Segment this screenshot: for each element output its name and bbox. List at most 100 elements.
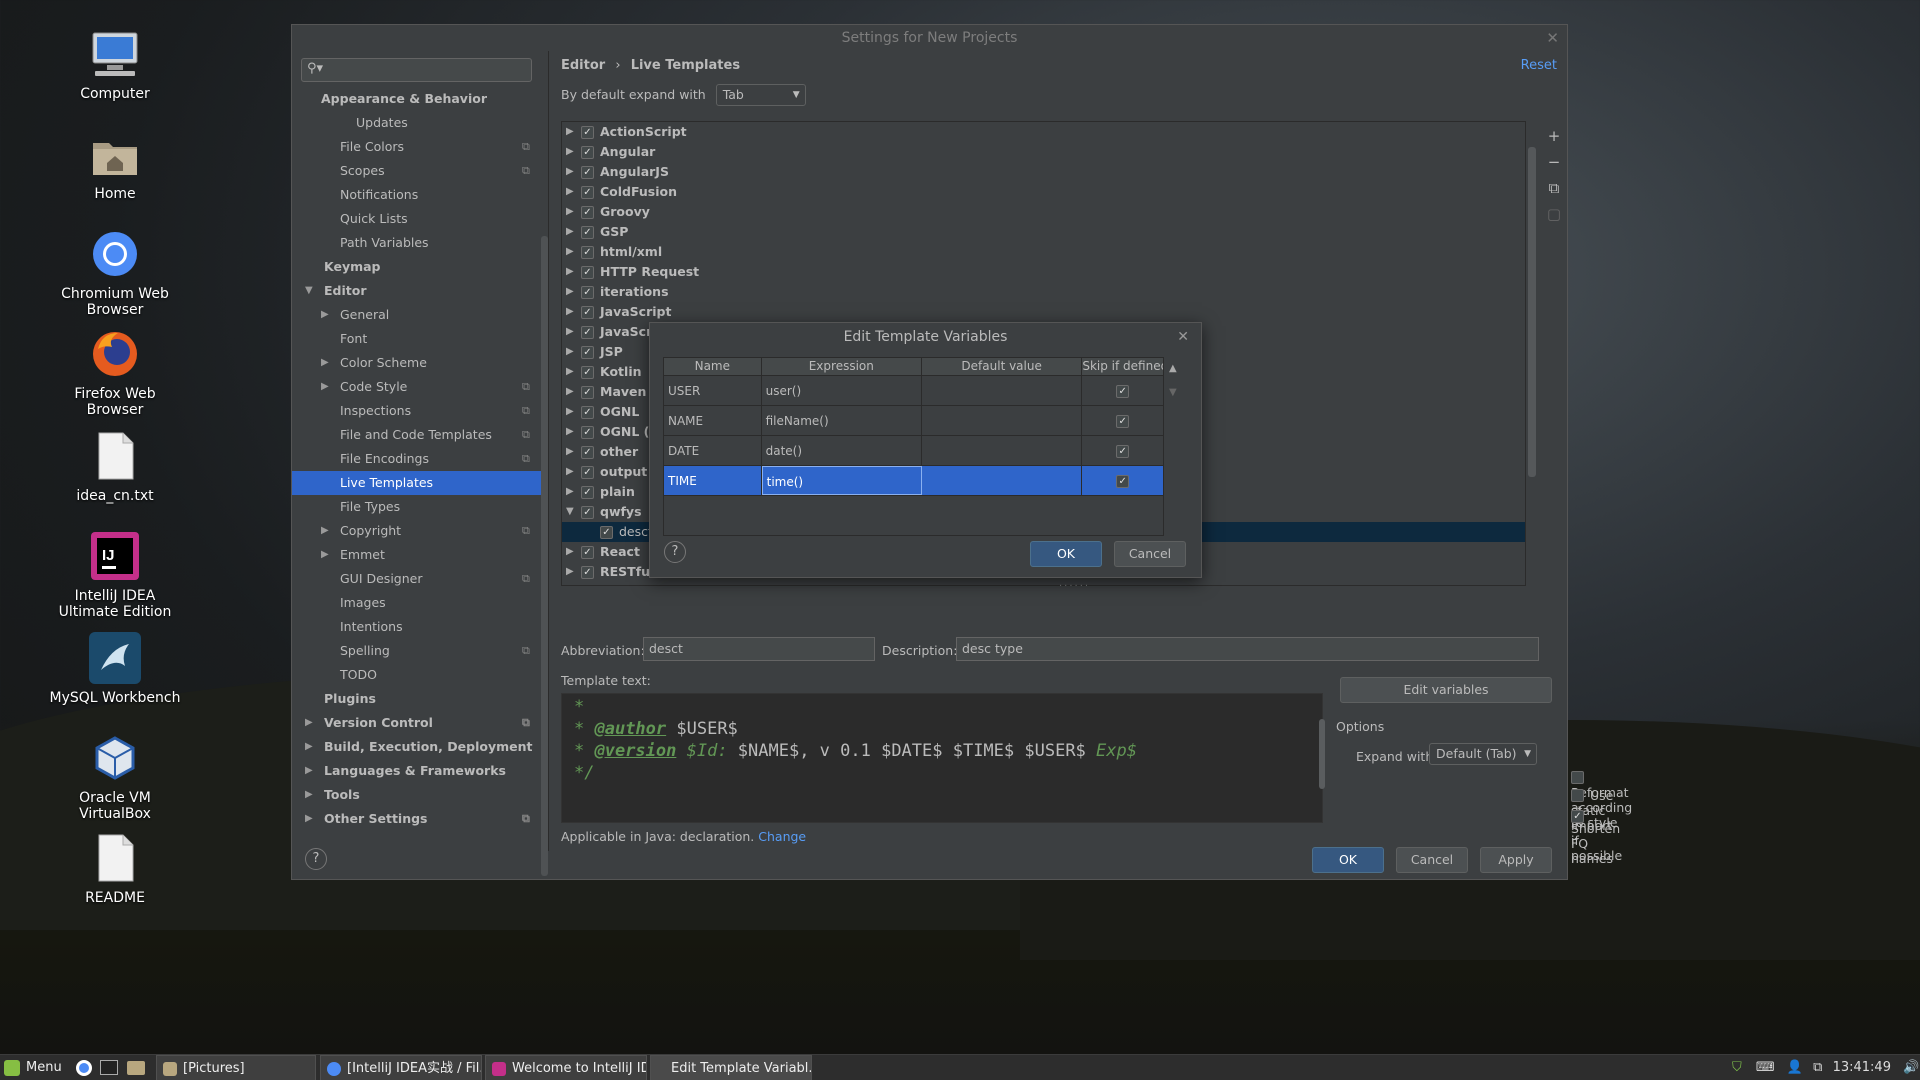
settings-search-input[interactable]: ⚲▾ — [301, 58, 532, 82]
chevron-right-icon[interactable]: ▶ — [566, 242, 574, 262]
add-icon[interactable]: + — [1544, 127, 1564, 153]
cell-expression[interactable]: user() — [762, 376, 922, 405]
sidebar-item[interactable]: ▶ Build, Execution, Deployment — [292, 735, 548, 759]
desktop-icon-readme[interactable]: README — [40, 832, 190, 906]
move-down-icon[interactable]: ▼ — [1169, 387, 1177, 398]
cell-name[interactable]: NAME — [664, 406, 762, 435]
skip-if-defined-checkbox[interactable]: ✓ — [1116, 445, 1130, 458]
enabled-checkbox[interactable]: ✓ — [581, 546, 594, 559]
skip-if-defined-checkbox[interactable]: ✓ — [1116, 475, 1130, 488]
enabled-checkbox[interactable]: ✓ — [581, 246, 594, 259]
table-row[interactable]: TIME time() ✓ — [664, 465, 1163, 495]
template-group[interactable]: ▶ ✓ Angular — [562, 142, 1525, 162]
close-icon[interactable]: ✕ — [1546, 25, 1559, 51]
sidebar-item[interactable]: ▶ Copyright ⧉ — [292, 519, 548, 543]
window-titlebar[interactable]: Settings for New Projects ✕ — [292, 25, 1567, 51]
skip-if-defined-checkbox[interactable]: ✓ — [1116, 415, 1130, 428]
desktop-icon-chromium[interactable]: Chromium Web Browser — [40, 228, 190, 318]
sidebar-item[interactable]: File and Code Templates ⧉ — [292, 423, 548, 447]
chevron-right-icon[interactable]: ▶ — [305, 783, 313, 807]
move-up-icon[interactable]: ▲ — [1169, 363, 1177, 387]
sidebar-item[interactable]: ▶ Tools — [292, 783, 548, 807]
editor-scrollbar[interactable] — [1319, 719, 1325, 789]
taskbar-window-intellij[interactable]: [IntelliJ IDEA实战 / Fil... — [320, 1055, 482, 1080]
chevron-down-icon[interactable]: ▼ — [305, 279, 313, 303]
enabled-checkbox[interactable]: ✓ — [581, 446, 594, 459]
chevron-right-icon[interactable]: ▶ — [566, 382, 574, 402]
chevron-right-icon[interactable]: ▶ — [305, 807, 313, 831]
keyboard-icon[interactable]: ⌨ — [1756, 1060, 1775, 1075]
template-group[interactable]: ▶ ✓ HTTP Request — [562, 262, 1525, 282]
chevron-right-icon[interactable]: ▶ — [566, 182, 574, 202]
sidebar-item[interactable]: Plugins — [292, 687, 548, 711]
enabled-checkbox[interactable]: ✓ — [581, 426, 594, 439]
template-group[interactable]: ▶ ✓ AngularJS — [562, 162, 1525, 182]
sidebar-item[interactable]: Quick Lists — [292, 207, 548, 231]
abbreviation-field[interactable]: desct — [643, 637, 875, 661]
breadcrumb-parent[interactable]: Editor — [561, 58, 605, 73]
sidebar-item[interactable]: Updates — [292, 111, 548, 135]
enabled-checkbox[interactable]: ✓ — [581, 126, 594, 139]
chevron-right-icon[interactable]: ▶ — [566, 542, 574, 562]
chevron-right-icon[interactable]: ▶ — [305, 711, 313, 735]
sidebar-item[interactable]: File Types — [292, 495, 548, 519]
enabled-checkbox[interactable]: ✓ — [581, 146, 594, 159]
template-tree-scrollbar[interactable] — [1528, 147, 1536, 477]
sidebar-item[interactable]: Live Templates — [292, 471, 548, 495]
expand-with-combo[interactable]: Default (Tab) ▼ — [1429, 743, 1537, 765]
sidebar-item[interactable]: ▶ General — [292, 303, 548, 327]
sidebar-item[interactable]: ▶ Color Scheme — [292, 351, 548, 375]
option-row[interactable]: ✓Shorten FQ names — [1571, 805, 1620, 866]
sidebar-item[interactable]: Notifications — [292, 183, 548, 207]
column-header-skip[interactable]: Skip if defined — [1082, 358, 1163, 375]
enabled-checkbox[interactable]: ✓ — [581, 186, 594, 199]
sidebar-item[interactable]: ▶ Other Settings ⧉ — [292, 807, 548, 831]
template-group[interactable]: ▶ ✓ ColdFusion — [562, 182, 1525, 202]
sidebar-item[interactable]: File Colors ⧉ — [292, 135, 548, 159]
cell-name[interactable]: DATE — [664, 436, 762, 465]
chevron-right-icon[interactable]: ▶ — [305, 759, 313, 783]
help-icon[interactable]: ? — [305, 848, 327, 870]
change-context-link[interactable]: Change — [758, 829, 806, 844]
volume-icon[interactable]: 🔊 — [1903, 1060, 1919, 1075]
sidebar-item[interactable]: ▶ Languages & Frameworks — [292, 759, 548, 783]
chevron-right-icon[interactable]: ▶ — [566, 162, 574, 182]
sidebar-item[interactable]: Spelling ⧉ — [292, 639, 548, 663]
chevron-right-icon[interactable]: ▶ — [566, 562, 574, 582]
sidebar-item[interactable]: Font — [292, 327, 548, 351]
dialog-titlebar[interactable]: Edit Template Variables ✕ — [650, 323, 1201, 351]
copy-icon[interactable]: ⧉ — [1544, 179, 1564, 205]
option-checkbox[interactable] — [1571, 771, 1584, 784]
desktop-icon-mysql[interactable]: MySQL Workbench — [40, 632, 190, 706]
chevron-down-icon[interactable]: ▼ — [566, 502, 574, 522]
chevron-right-icon[interactable]: ▶ — [566, 462, 574, 482]
cell-name[interactable]: USER — [664, 376, 762, 405]
enabled-checkbox[interactable]: ✓ — [581, 166, 594, 179]
enabled-checkbox[interactable]: ✓ — [581, 286, 594, 299]
chevron-right-icon[interactable]: ▶ — [321, 303, 329, 327]
chevron-right-icon[interactable]: ▶ — [321, 375, 329, 399]
sidebar-item[interactable]: Inspections ⧉ — [292, 399, 548, 423]
enabled-checkbox[interactable]: ✓ — [600, 526, 613, 539]
description-field[interactable]: desc type — [956, 637, 1539, 661]
sidebar-item[interactable]: Path Variables — [292, 231, 548, 255]
chevron-right-icon[interactable]: ▶ — [305, 735, 313, 759]
table-row[interactable]: DATE date() ✓ — [664, 435, 1163, 465]
chevron-right-icon[interactable]: ▶ — [566, 302, 574, 322]
enabled-checkbox[interactable]: ✓ — [581, 506, 594, 519]
chevron-right-icon[interactable]: ▶ — [566, 122, 574, 142]
desktop-icon-virtualbox[interactable]: Oracle VM VirtualBox — [40, 732, 190, 822]
dialog-ok-button[interactable]: OK — [1030, 541, 1102, 567]
terminal-launcher[interactable] — [100, 1055, 118, 1080]
shield-icon[interactable]: ⛉ — [1732, 1060, 1742, 1075]
table-row[interactable]: USER user() ✓ — [664, 375, 1163, 405]
chevron-right-icon[interactable]: ▶ — [321, 543, 329, 567]
table-row[interactable]: NAME fileName() ✓ — [664, 405, 1163, 435]
enabled-checkbox[interactable]: ✓ — [581, 486, 594, 499]
sidebar-item[interactable]: Intentions — [292, 615, 548, 639]
sidebar-item[interactable]: ▶ Version Control ⧉ — [292, 711, 548, 735]
apply-button[interactable]: Apply — [1480, 847, 1552, 873]
desktop-icon-firefox[interactable]: Firefox Web Browser — [40, 328, 190, 418]
skip-if-defined-checkbox[interactable]: ✓ — [1116, 385, 1130, 398]
reset-link[interactable]: Reset — [1521, 58, 1557, 73]
